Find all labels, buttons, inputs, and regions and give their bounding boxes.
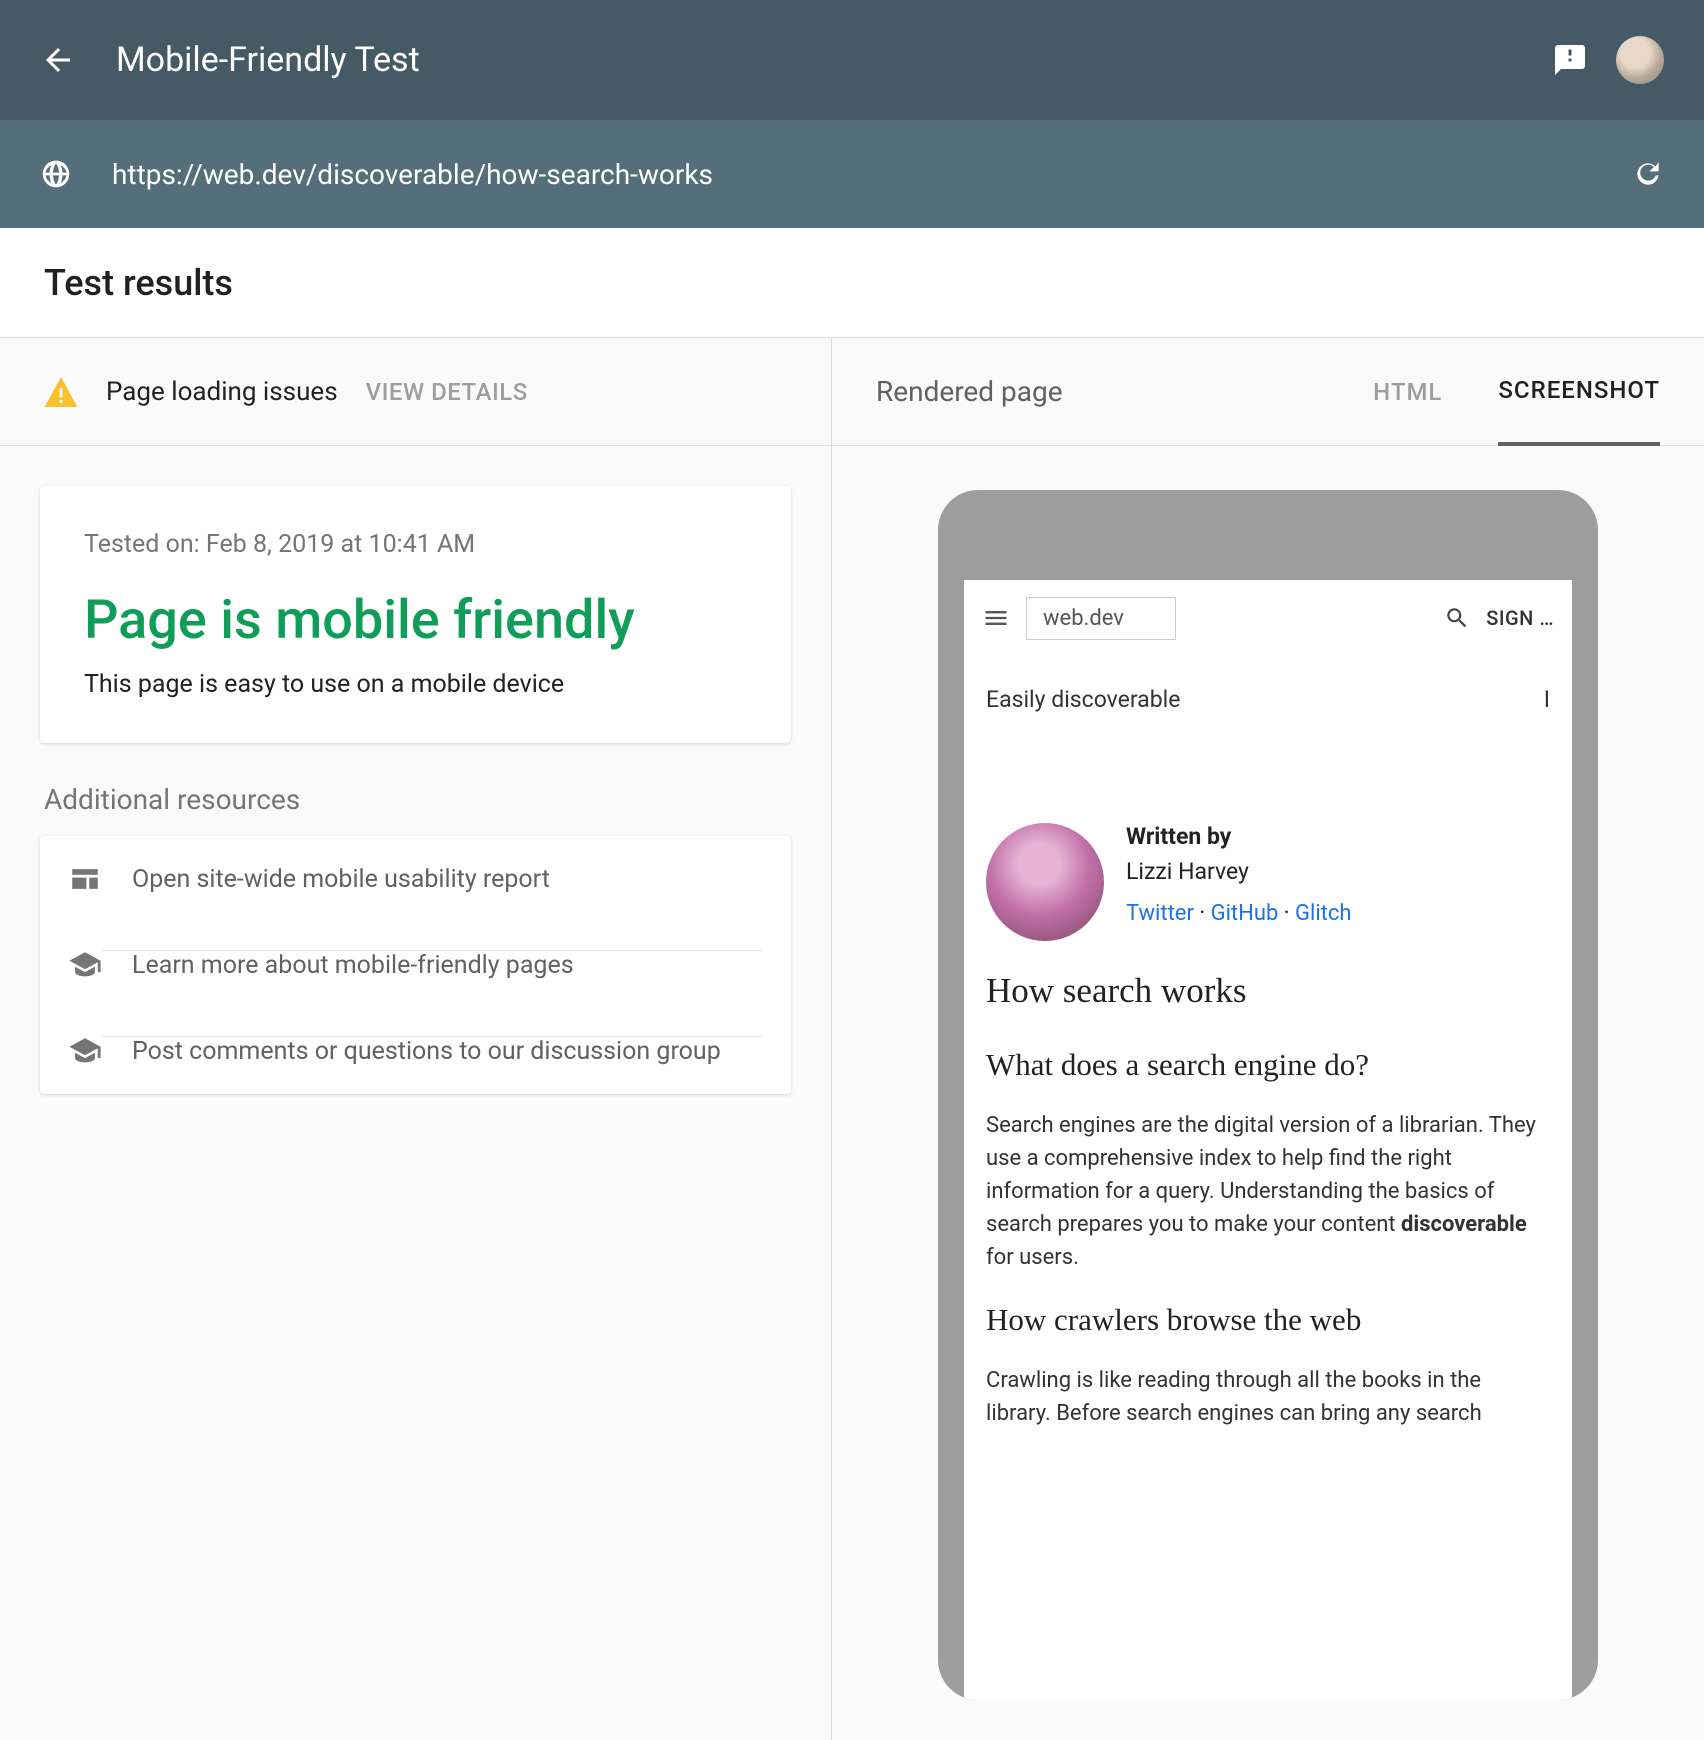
issues-label: Page loading issues [106, 377, 338, 407]
article-h2-a: What does a search engine do? [986, 1047, 1550, 1083]
left-column: Page loading issues VIEW DETAILS Tested … [0, 338, 832, 1740]
site-box: web.dev [1026, 597, 1176, 640]
written-by-label: Written by [1126, 823, 1352, 850]
resource-label: Post comments or questions to our discus… [102, 1036, 763, 1066]
preview-topbar: web.dev SIGN … [964, 580, 1572, 656]
right-header: Rendered page HTML SCREENSHOT [832, 338, 1704, 446]
resource-learn-more[interactable]: Learn more about mobile-friendly pages [40, 922, 791, 1008]
article-h2-b: How crawlers browse the web [986, 1302, 1550, 1338]
back-arrow-icon[interactable] [40, 42, 76, 78]
tab-screenshot[interactable]: SCREENSHOT [1498, 376, 1660, 446]
article-h1: How search works [986, 971, 1550, 1011]
preview-article: How search works What does a search engi… [964, 941, 1572, 1430]
tab-html[interactable]: HTML [1373, 378, 1442, 444]
web-icon [68, 862, 102, 896]
section-title-bar: Test results [0, 228, 1704, 338]
author-block: Written by Lizzi Harvey Twitter · GitHub… [964, 713, 1572, 941]
preview-side-indicator: I [1544, 686, 1550, 713]
app-title: Mobile-Friendly Test [116, 40, 1552, 80]
tested-on-timestamp: Tested on: Feb 8, 2019 at 10:41 AM [84, 530, 747, 559]
result-headline: Page is mobile friendly [84, 589, 747, 652]
author-photo [986, 823, 1104, 941]
search-icon [1444, 605, 1470, 631]
result-subtext: This page is easy to use on a mobile dev… [84, 670, 747, 699]
resource-discussion-group[interactable]: Post comments or questions to our discus… [40, 1008, 791, 1094]
author-link-github: GitHub [1211, 901, 1279, 926]
view-details-button[interactable]: VIEW DETAILS [366, 378, 528, 406]
additional-resources-title: Additional resources [44, 783, 787, 816]
app-header: Mobile-Friendly Test [0, 0, 1704, 120]
phone-screen: web.dev SIGN … Easily discoverable I Wri… [964, 580, 1572, 1700]
page-loading-issues-row: Page loading issues VIEW DETAILS [0, 338, 831, 446]
resources-card: Open site-wide mobile usability report L… [40, 836, 791, 1094]
author-link-twitter: Twitter [1126, 901, 1194, 926]
reload-icon[interactable] [1632, 158, 1664, 190]
resource-label: Open site-wide mobile usability report [102, 865, 763, 894]
feedback-icon[interactable] [1552, 42, 1588, 78]
hamburger-icon [982, 604, 1010, 632]
article-p2: Crawling is like reading through all the… [986, 1364, 1550, 1430]
school-icon [68, 948, 102, 982]
resource-label: Learn more about mobile-friendly pages [102, 950, 763, 980]
preview-breadcrumb-row: Easily discoverable I [964, 656, 1572, 713]
author-links: Twitter · GitHub · Glitch [1126, 901, 1352, 926]
user-avatar[interactable] [1616, 36, 1664, 84]
globe-icon [40, 158, 72, 190]
rendered-page-label: Rendered page [876, 375, 1317, 408]
sign-in-label: SIGN … [1486, 606, 1554, 630]
author-name: Lizzi Harvey [1126, 858, 1352, 885]
tested-url[interactable]: https://web.dev/discoverable/how-search-… [112, 158, 1632, 191]
author-link-glitch: Glitch [1295, 901, 1352, 926]
warning-icon [44, 377, 78, 407]
school-icon [68, 1034, 102, 1068]
article-p1: Search engines are the digital version o… [986, 1109, 1550, 1274]
preview-breadcrumb: Easily discoverable [986, 686, 1180, 713]
right-column: Rendered page HTML SCREENSHOT web.dev SI… [832, 338, 1704, 1740]
result-card: Tested on: Feb 8, 2019 at 10:41 AM Page … [40, 486, 791, 743]
phone-frame: web.dev SIGN … Easily discoverable I Wri… [938, 490, 1598, 1700]
url-bar: https://web.dev/discoverable/how-search-… [0, 120, 1704, 228]
section-title: Test results [44, 262, 233, 304]
resource-usability-report[interactable]: Open site-wide mobile usability report [40, 836, 791, 922]
